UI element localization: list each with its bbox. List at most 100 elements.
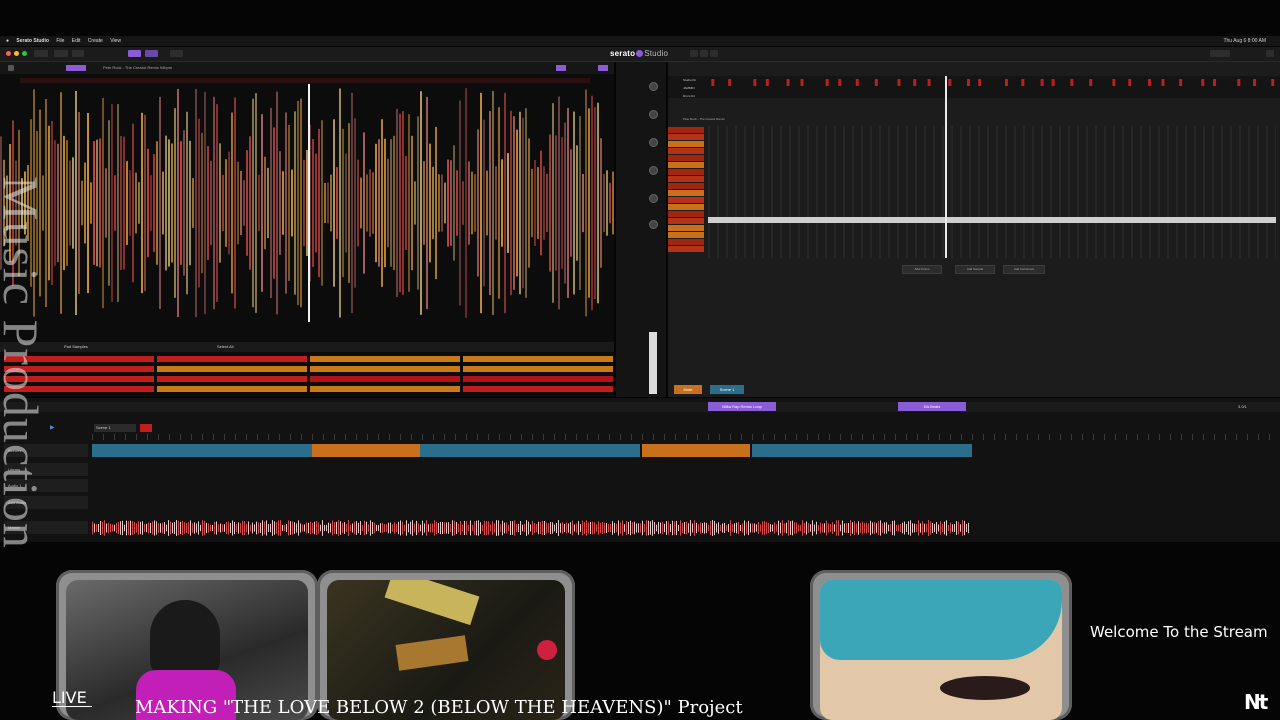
record-button[interactable]: [140, 424, 152, 432]
drum-row-pad[interactable]: [668, 218, 704, 224]
drum-row-pad[interactable]: [668, 204, 704, 210]
scene-clip[interactable]: [752, 444, 972, 457]
drum-row-pad[interactable]: [668, 190, 704, 196]
timeline-ruler[interactable]: [92, 434, 1272, 440]
view-toggle-button[interactable]: [145, 50, 158, 57]
sample-pad[interactable]: [310, 356, 460, 362]
drum-row-pad[interactable]: [668, 134, 704, 140]
sample-pad[interactable]: [463, 376, 613, 382]
drum-row-pad[interactable]: [668, 197, 704, 203]
apple-icon[interactable]: ●: [6, 36, 9, 46]
sample-pad[interactable]: [310, 386, 460, 392]
fullscreen-button[interactable]: [1266, 50, 1274, 57]
track-studio-kit[interactable]: Studio Kit: [683, 78, 696, 82]
waveform-bar: [270, 107, 272, 299]
track-jammin[interactable]: JAMMIN: [683, 86, 695, 90]
edit-menu[interactable]: Edit: [72, 36, 81, 46]
pad-select-all-label[interactable]: Select All: [217, 342, 233, 352]
master-wave-bar: [518, 523, 519, 533]
add-drums-button[interactable]: Add Drums: [902, 265, 942, 274]
drum-row-pad[interactable]: [668, 246, 704, 252]
export-button[interactable]: [710, 50, 718, 57]
master-wave-bar: [936, 522, 937, 534]
track-overview-waveform[interactable]: [20, 78, 590, 83]
drum-row-pad[interactable]: [668, 141, 704, 147]
settings-button[interactable]: [170, 50, 183, 57]
sample-pad[interactable]: [310, 366, 460, 372]
deck-b-tag[interactable]: DA Beatz: [898, 402, 966, 411]
file-menu[interactable]: File: [56, 36, 64, 46]
sample-pad[interactable]: [463, 366, 613, 372]
view-menu[interactable]: View: [110, 36, 121, 46]
drum-row-pad[interactable]: [668, 148, 704, 154]
mute-tag[interactable]: Mute: [674, 385, 702, 394]
drum-row-pad[interactable]: [668, 183, 704, 189]
sample-pad[interactable]: [310, 376, 460, 382]
step-sequencer-grid[interactable]: [708, 126, 1276, 258]
key-field[interactable]: [54, 50, 68, 57]
track-drum-kit[interactable]: Drum Kit: [683, 94, 695, 98]
deck-panel: Pete Rock - The Creator Remix 94bpm Pad …: [0, 62, 614, 397]
master-wave-bar: [174, 522, 175, 534]
sample-pad[interactable]: [157, 356, 307, 362]
deck-mode-buttons[interactable]: [66, 65, 86, 71]
waveform-bar: [426, 96, 428, 310]
master-wave-bar: [146, 523, 147, 533]
master-wave-bar: [960, 524, 961, 532]
add-instrument-button[interactable]: Add Instrument: [1003, 265, 1045, 274]
undo-button[interactable]: [690, 50, 698, 57]
drum-row-pad[interactable]: [668, 239, 704, 245]
sample-pad[interactable]: [157, 366, 307, 372]
sample-pad[interactable]: [463, 356, 613, 362]
pad-samples-label[interactable]: Pad Samples: [64, 342, 88, 352]
app-menu[interactable]: Serato Studio: [16, 36, 49, 46]
deck-key-button[interactable]: [598, 65, 608, 71]
maximize-window-button[interactable]: [22, 51, 27, 56]
high-eq-knob[interactable]: [649, 110, 658, 119]
filter-knob[interactable]: [649, 194, 658, 203]
piano-roll-note[interactable]: [708, 217, 1276, 223]
master-wave-bar: [832, 522, 833, 534]
drum-row-pad[interactable]: [668, 162, 704, 168]
master-wave-bar: [704, 522, 705, 534]
master-wave-bar: [144, 523, 145, 533]
sample-pad[interactable]: [157, 376, 307, 382]
serato-logo: serato Studio: [610, 49, 669, 58]
drum-row-pad[interactable]: [668, 176, 704, 182]
sample-pad[interactable]: [157, 386, 307, 392]
drum-row-pad[interactable]: [668, 225, 704, 231]
deck-a-tag[interactable]: Nilka Rap Remix Loop: [708, 402, 776, 411]
drum-row-pad[interactable]: [668, 211, 704, 217]
drum-row-pad[interactable]: [668, 155, 704, 161]
close-window-button[interactable]: [6, 51, 11, 56]
sample-pad[interactable]: [463, 386, 613, 392]
pan-knob[interactable]: [649, 220, 658, 229]
pad-lights: [537, 640, 557, 660]
redo-button[interactable]: [700, 50, 708, 57]
mid-eq-knob[interactable]: [649, 138, 658, 147]
scene-tag[interactable]: Scene 1: [710, 385, 744, 394]
drum-row-pad[interactable]: [668, 169, 704, 175]
project-menu-button[interactable]: [1210, 50, 1230, 57]
scene-clip[interactable]: [420, 444, 640, 457]
scene-clip[interactable]: [312, 444, 420, 457]
master-wave-bar: [594, 522, 595, 534]
deck-play-icon[interactable]: [8, 65, 14, 71]
create-menu[interactable]: Create: [88, 36, 103, 46]
master-wave-bar: [538, 521, 539, 535]
waveform-display[interactable]: [0, 84, 614, 322]
drum-row-pad[interactable]: [668, 127, 704, 133]
drum-row-pad[interactable]: [668, 232, 704, 238]
scene-clip[interactable]: [92, 444, 312, 457]
gain-knob[interactable]: [649, 82, 658, 91]
mode-toggle-button[interactable]: [128, 50, 141, 57]
deck-sync-button[interactable]: [556, 65, 566, 71]
add-sample-button[interactable]: Add Sample: [955, 265, 995, 274]
tempo-field[interactable]: [34, 50, 48, 57]
scene-clip[interactable]: [642, 444, 750, 457]
bars-field[interactable]: [72, 50, 84, 57]
minimize-window-button[interactable]: [14, 51, 19, 56]
scene-selector[interactable]: Scene 1: [94, 424, 136, 432]
master-wave-bar: [424, 523, 425, 533]
low-eq-knob[interactable]: [649, 166, 658, 175]
